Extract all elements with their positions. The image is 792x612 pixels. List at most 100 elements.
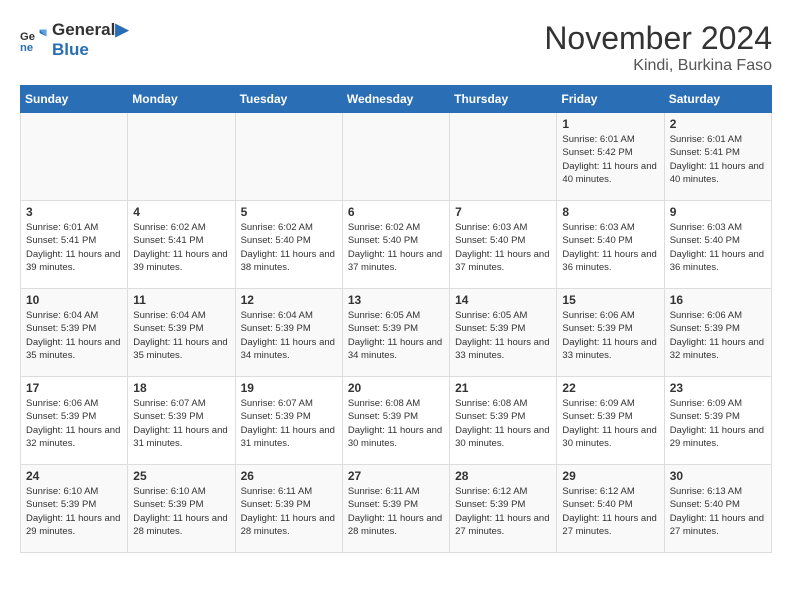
calendar-cell: 20 Sunrise: 6:08 AM Sunset: 5:39 PM Dayli… xyxy=(342,377,449,465)
calendar-cell xyxy=(450,113,557,201)
calendar-cell: 11Sunrise: 6:04 AM Sunset: 5:39 PM Dayli… xyxy=(128,289,235,377)
calendar-cell: 28 Sunrise: 6:12 AM Sunset: 5:39 PM Dayli… xyxy=(450,465,557,553)
calendar-week-row: 24 Sunrise: 6:10 AM Sunset: 5:39 PM Dayli… xyxy=(21,465,772,553)
calendar-cell: 1 Sunrise: 6:01 AM Sunset: 5:42 PM Daylig… xyxy=(557,113,664,201)
day-number: 11 xyxy=(133,293,229,307)
location-subtitle: Kindi, Burkina Faso xyxy=(544,57,772,75)
logo: Ge ne General▶ Blue xyxy=(20,20,128,61)
day-number: 9 xyxy=(670,205,766,219)
calendar-cell: 13 Sunrise: 6:05 AM Sunset: 5:39 PM Dayli… xyxy=(342,289,449,377)
day-info: Sunrise: 6:02 AM Sunset: 5:40 PM Dayligh… xyxy=(241,221,337,274)
calendar-table: SundayMondayTuesdayWednesdayThursdayFrid… xyxy=(20,85,772,553)
day-info: Sunrise: 6:12 AM Sunset: 5:40 PM Dayligh… xyxy=(562,485,658,538)
calendar-cell: 22 Sunrise: 6:09 AM Sunset: 5:39 PM Dayli… xyxy=(557,377,664,465)
day-info: Sunrise: 6:09 AM Sunset: 5:39 PM Dayligh… xyxy=(562,397,658,450)
calendar-cell: 3Sunrise: 6:01 AM Sunset: 5:41 PM Daylig… xyxy=(21,201,128,289)
calendar-cell xyxy=(21,113,128,201)
day-number: 10 xyxy=(26,293,122,307)
calendar-cell: 25 Sunrise: 6:10 AM Sunset: 5:39 PM Dayli… xyxy=(128,465,235,553)
day-number: 22 xyxy=(562,381,658,395)
col-header-friday: Friday xyxy=(557,86,664,113)
svg-text:ne: ne xyxy=(20,43,33,55)
calendar-cell: 15Sunrise: 6:06 AM Sunset: 5:39 PM Dayli… xyxy=(557,289,664,377)
calendar-cell: 2 Sunrise: 6:01 AM Sunset: 5:41 PM Daylig… xyxy=(664,113,771,201)
day-number: 1 xyxy=(562,117,658,131)
day-number: 8 xyxy=(562,205,658,219)
day-number: 18 xyxy=(133,381,229,395)
day-info: Sunrise: 6:08 AM Sunset: 5:39 PM Dayligh… xyxy=(348,397,444,450)
logo-line2: Blue xyxy=(52,40,128,60)
day-number: 16 xyxy=(670,293,766,307)
day-info: Sunrise: 6:01 AM Sunset: 5:42 PM Dayligh… xyxy=(562,133,658,186)
calendar-cell: 29Sunrise: 6:12 AM Sunset: 5:40 PM Dayli… xyxy=(557,465,664,553)
day-info: Sunrise: 6:11 AM Sunset: 5:39 PM Dayligh… xyxy=(348,485,444,538)
day-info: Sunrise: 6:04 AM Sunset: 5:39 PM Dayligh… xyxy=(26,309,122,362)
calendar-cell: 14 Sunrise: 6:05 AM Sunset: 5:39 PM Dayli… xyxy=(450,289,557,377)
day-info: Sunrise: 6:05 AM Sunset: 5:39 PM Dayligh… xyxy=(455,309,551,362)
day-number: 4 xyxy=(133,205,229,219)
day-info: Sunrise: 6:12 AM Sunset: 5:39 PM Dayligh… xyxy=(455,485,551,538)
day-number: 12 xyxy=(241,293,337,307)
day-number: 20 xyxy=(348,381,444,395)
calendar-cell: 9 Sunrise: 6:03 AM Sunset: 5:40 PM Daylig… xyxy=(664,201,771,289)
page-header: Ge ne General▶ Blue November 2024 Kindi,… xyxy=(20,20,772,75)
col-header-wednesday: Wednesday xyxy=(342,86,449,113)
day-number: 30 xyxy=(670,469,766,483)
calendar-cell: 17Sunrise: 6:06 AM Sunset: 5:39 PM Dayli… xyxy=(21,377,128,465)
day-number: 6 xyxy=(348,205,444,219)
calendar-cell xyxy=(128,113,235,201)
calendar-cell: 12 Sunrise: 6:04 AM Sunset: 5:39 PM Dayli… xyxy=(235,289,342,377)
day-info: Sunrise: 6:03 AM Sunset: 5:40 PM Dayligh… xyxy=(562,221,658,274)
header-row: SundayMondayTuesdayWednesdayThursdayFrid… xyxy=(21,86,772,113)
day-info: Sunrise: 6:04 AM Sunset: 5:39 PM Dayligh… xyxy=(241,309,337,362)
day-info: Sunrise: 6:06 AM Sunset: 5:39 PM Dayligh… xyxy=(670,309,766,362)
day-info: Sunrise: 6:13 AM Sunset: 5:40 PM Dayligh… xyxy=(670,485,766,538)
day-info: Sunrise: 6:09 AM Sunset: 5:39 PM Dayligh… xyxy=(670,397,766,450)
day-info: Sunrise: 6:05 AM Sunset: 5:39 PM Dayligh… xyxy=(348,309,444,362)
day-number: 25 xyxy=(133,469,229,483)
col-header-thursday: Thursday xyxy=(450,86,557,113)
title-block: November 2024 Kindi, Burkina Faso xyxy=(544,20,772,75)
day-number: 14 xyxy=(455,293,551,307)
calendar-week-row: 17Sunrise: 6:06 AM Sunset: 5:39 PM Dayli… xyxy=(21,377,772,465)
day-info: Sunrise: 6:03 AM Sunset: 5:40 PM Dayligh… xyxy=(670,221,766,274)
calendar-week-row: 1 Sunrise: 6:01 AM Sunset: 5:42 PM Daylig… xyxy=(21,113,772,201)
day-info: Sunrise: 6:07 AM Sunset: 5:39 PM Dayligh… xyxy=(133,397,229,450)
calendar-cell: 23 Sunrise: 6:09 AM Sunset: 5:39 PM Dayli… xyxy=(664,377,771,465)
day-number: 3 xyxy=(26,205,122,219)
day-info: Sunrise: 6:01 AM Sunset: 5:41 PM Dayligh… xyxy=(670,133,766,186)
col-header-sunday: Sunday xyxy=(21,86,128,113)
day-number: 2 xyxy=(670,117,766,131)
day-number: 26 xyxy=(241,469,337,483)
calendar-cell xyxy=(342,113,449,201)
day-number: 19 xyxy=(241,381,337,395)
day-number: 24 xyxy=(26,469,122,483)
calendar-cell: 21 Sunrise: 6:08 AM Sunset: 5:39 PM Dayli… xyxy=(450,377,557,465)
calendar-cell: 30 Sunrise: 6:13 AM Sunset: 5:40 PM Dayli… xyxy=(664,465,771,553)
day-number: 27 xyxy=(348,469,444,483)
calendar-cell xyxy=(235,113,342,201)
svg-text:Ge: Ge xyxy=(20,31,35,43)
day-number: 23 xyxy=(670,381,766,395)
day-number: 13 xyxy=(348,293,444,307)
logo-line1: General▶ xyxy=(52,20,128,40)
day-number: 21 xyxy=(455,381,551,395)
calendar-cell: 27 Sunrise: 6:11 AM Sunset: 5:39 PM Dayli… xyxy=(342,465,449,553)
calendar-cell: 18 Sunrise: 6:07 AM Sunset: 5:39 PM Dayli… xyxy=(128,377,235,465)
calendar-cell: 6 Sunrise: 6:02 AM Sunset: 5:40 PM Daylig… xyxy=(342,201,449,289)
day-info: Sunrise: 6:10 AM Sunset: 5:39 PM Dayligh… xyxy=(133,485,229,538)
calendar-cell: 7Sunrise: 6:03 AM Sunset: 5:40 PM Daylig… xyxy=(450,201,557,289)
calendar-cell: 26 Sunrise: 6:11 AM Sunset: 5:39 PM Dayli… xyxy=(235,465,342,553)
calendar-cell: 4 Sunrise: 6:02 AM Sunset: 5:41 PM Daylig… xyxy=(128,201,235,289)
day-info: Sunrise: 6:11 AM Sunset: 5:39 PM Dayligh… xyxy=(241,485,337,538)
calendar-cell: 24Sunrise: 6:10 AM Sunset: 5:39 PM Dayli… xyxy=(21,465,128,553)
day-info: Sunrise: 6:06 AM Sunset: 5:39 PM Dayligh… xyxy=(562,309,658,362)
day-info: Sunrise: 6:08 AM Sunset: 5:39 PM Dayligh… xyxy=(455,397,551,450)
day-info: Sunrise: 6:02 AM Sunset: 5:40 PM Dayligh… xyxy=(348,221,444,274)
calendar-cell: 16 Sunrise: 6:06 AM Sunset: 5:39 PM Dayli… xyxy=(664,289,771,377)
day-number: 28 xyxy=(455,469,551,483)
calendar-cell: 19Sunrise: 6:07 AM Sunset: 5:39 PM Dayli… xyxy=(235,377,342,465)
day-info: Sunrise: 6:06 AM Sunset: 5:39 PM Dayligh… xyxy=(26,397,122,450)
calendar-cell: 10 Sunrise: 6:04 AM Sunset: 5:39 PM Dayli… xyxy=(21,289,128,377)
day-info: Sunrise: 6:02 AM Sunset: 5:41 PM Dayligh… xyxy=(133,221,229,274)
